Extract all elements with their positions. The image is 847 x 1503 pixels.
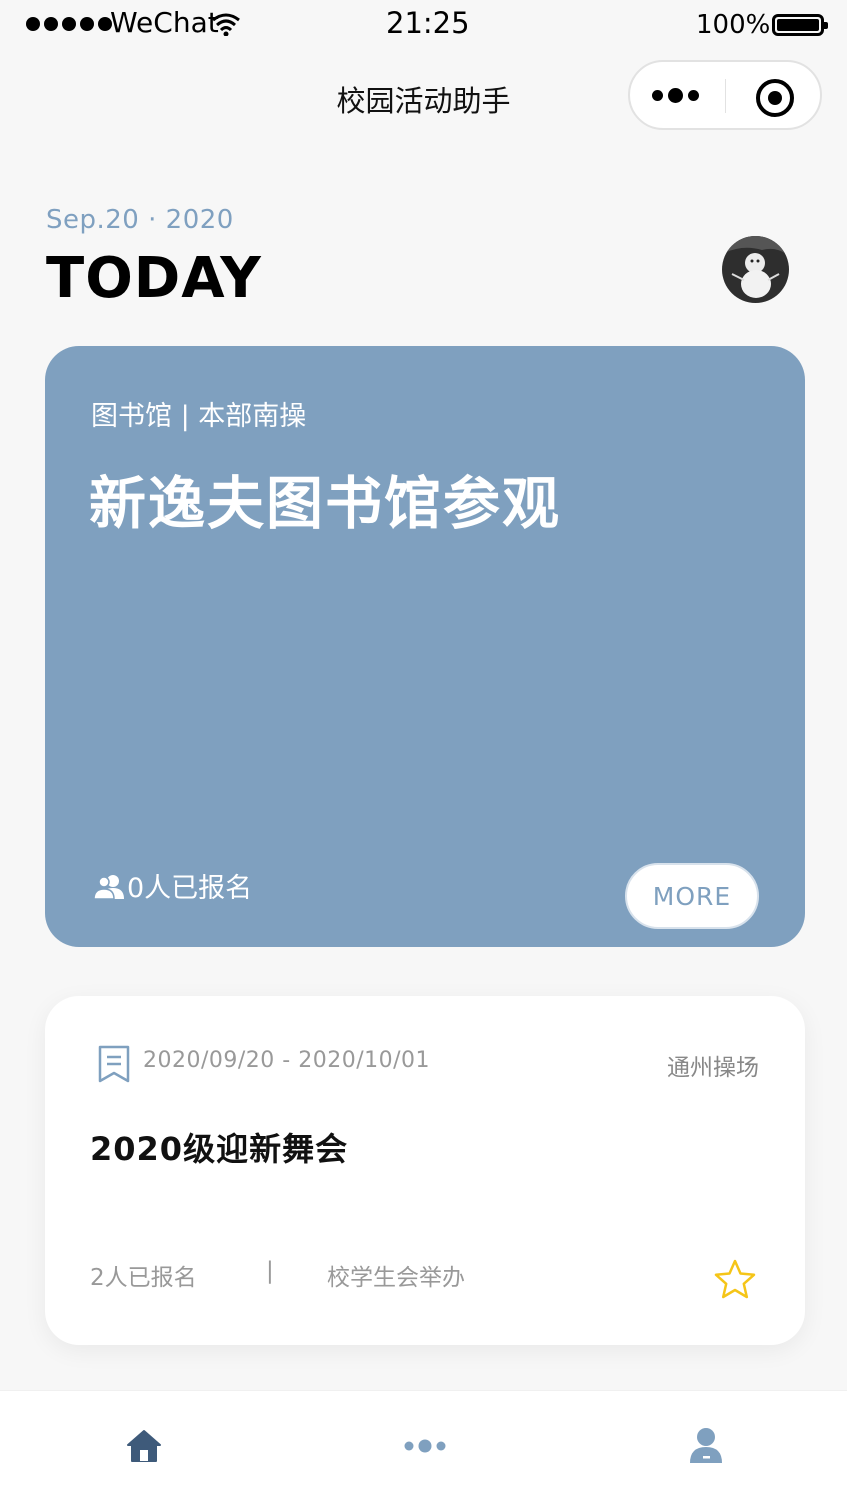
target-close-icon[interactable] <box>756 79 794 117</box>
tab-bar <box>0 1390 847 1503</box>
carrier-name: WeChat <box>110 6 219 39</box>
featured-activity-card[interactable]: 图书馆 | 本部南操 新逸夫图书馆参观 0人已报名 MORE <box>45 346 805 947</box>
battery-percentage: 100% <box>696 10 771 40</box>
status-bar: WeChat 21:25 100% <box>0 0 847 50</box>
featured-count-label: 0人已报名 <box>127 873 253 904</box>
miniprogram-capsule <box>628 60 822 130</box>
star-icon[interactable] <box>713 1258 757 1300</box>
featured-signup-count: 0人已报名 <box>93 866 252 905</box>
user-icon <box>690 1428 722 1463</box>
event-title: 2020级迎新舞会 <box>90 1130 349 1168</box>
event-signup-count: 2人已报名 <box>90 1265 197 1291</box>
featured-title: 新逸夫图书馆参观 <box>89 471 561 537</box>
signal-strength-icon <box>26 17 112 31</box>
capsule-divider <box>725 79 726 113</box>
tab-discover[interactable] <box>390 1411 460 1481</box>
users-icon <box>93 874 124 899</box>
featured-location-tag: 图书馆 | 本部南操 <box>91 401 307 432</box>
event-location: 通州操场 <box>667 1055 759 1081</box>
bookmark-icon <box>98 1045 130 1083</box>
event-date-range: 2020/09/20 - 2020/10/01 <box>143 1048 431 1073</box>
more-dots-icon[interactable] <box>652 88 699 103</box>
header-date: Sep.20 · 2020 <box>46 205 234 235</box>
event-card[interactable]: 2020/09/20 - 2020/10/01 通州操场 2020级迎新舞会 2… <box>45 996 805 1345</box>
battery-icon <box>772 14 828 36</box>
home-icon <box>127 1430 161 1462</box>
status-time: 21:25 <box>386 6 470 40</box>
tab-profile[interactable] <box>671 1411 741 1481</box>
dots-icon <box>404 1439 446 1453</box>
avatar-image <box>722 236 789 303</box>
tab-home[interactable] <box>109 1411 179 1481</box>
wifi-icon <box>212 13 240 36</box>
meta-divider: | <box>266 1258 274 1284</box>
header-heading: TODAY <box>46 246 262 311</box>
event-organizer: 校学生会举办 <box>327 1265 465 1291</box>
more-button[interactable]: MORE <box>625 863 759 929</box>
user-avatar[interactable] <box>722 236 789 303</box>
